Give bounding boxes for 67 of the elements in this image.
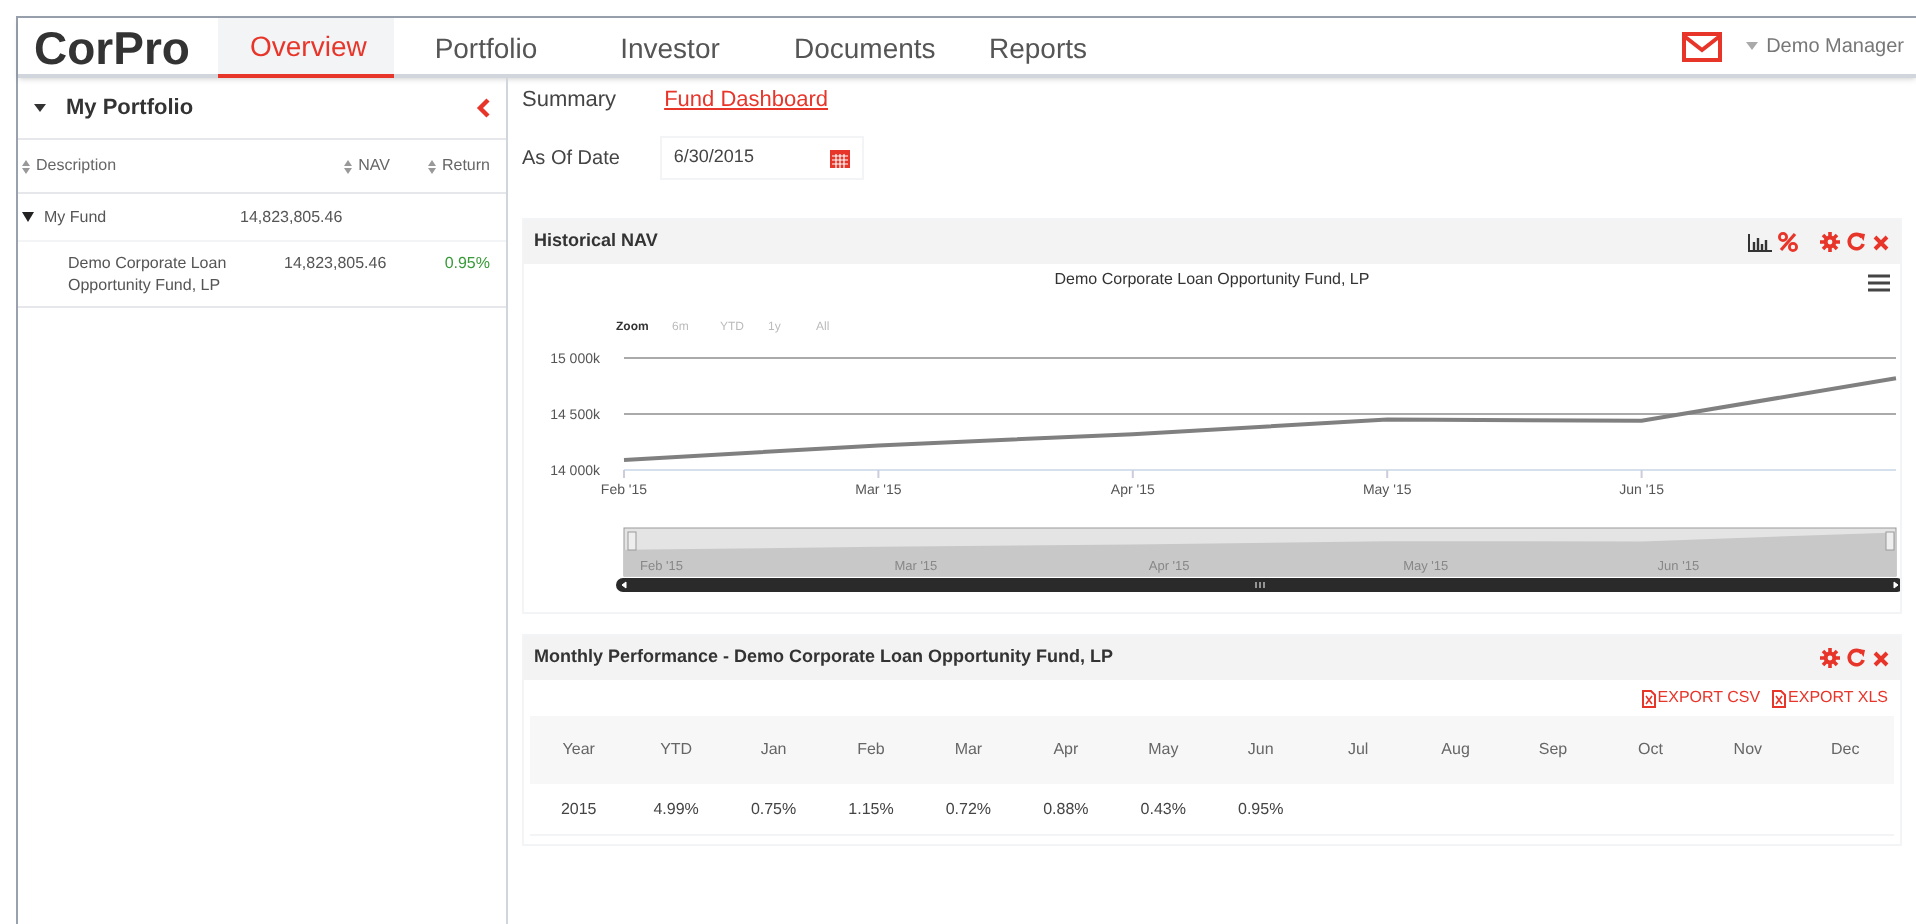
column-header: Mar xyxy=(952,738,985,762)
settings-icon[interactable] xyxy=(1820,648,1840,668)
sort-icon[interactable] xyxy=(22,159,30,173)
column-header: Feb xyxy=(855,738,887,762)
field-label: As Of Date xyxy=(522,145,620,173)
column-header[interactable]: Description xyxy=(36,154,117,178)
chart-title: Demo Corporate Loan Opportunity Fund, LP xyxy=(1054,268,1370,292)
expand-icon[interactable] xyxy=(22,212,34,222)
column-header[interactable]: Return xyxy=(441,154,490,178)
settings-icon[interactable] xyxy=(1820,232,1840,252)
table-cell-text: 0.75% xyxy=(748,797,799,821)
sort-icon[interactable] xyxy=(427,159,436,173)
column-header: Jul xyxy=(1345,738,1371,762)
table-cell-text: 2015 xyxy=(558,797,599,821)
column-header: Dec xyxy=(1829,738,1862,762)
table-cell-text: 0.72% xyxy=(943,797,994,821)
nav-tab[interactable]: Reports xyxy=(946,18,1130,78)
fund-name[interactable]: My Fund xyxy=(44,205,107,229)
export-button[interactable]: EXPORT CSV xyxy=(1641,686,1761,710)
nav-cell-text: 14,823,805.46 xyxy=(240,205,345,229)
close-icon[interactable] xyxy=(1872,649,1890,667)
column-header: Jun xyxy=(1245,738,1276,762)
nav-tab[interactable]: Overview xyxy=(218,18,394,78)
percent-icon[interactable] xyxy=(1778,232,1798,252)
panel-title: My Portfolio xyxy=(66,93,196,124)
bar-chart-icon[interactable] xyxy=(1748,233,1772,251)
calendar-icon[interactable] xyxy=(829,149,850,167)
fund-name[interactable]: Demo Corporate Loan Opportunity Fund, LP xyxy=(68,252,284,296)
user-menu[interactable]: Demo Manager xyxy=(1766,31,1904,61)
caret-icon[interactable] xyxy=(34,104,46,112)
return-cell-text: 0.95% xyxy=(442,252,490,276)
subnav-link[interactable]: Fund Dashboard xyxy=(664,83,829,117)
table-cell-text: 0.88% xyxy=(1041,797,1091,821)
column-header: May xyxy=(1146,738,1181,762)
column-header: YTD xyxy=(658,738,695,762)
file-icon xyxy=(1772,689,1787,707)
logo: CorPro xyxy=(32,20,192,74)
column-header: Nov xyxy=(1731,738,1765,762)
nav-cell-text: 14,823,805.46 xyxy=(284,252,389,276)
column-header: Aug xyxy=(1439,738,1472,762)
nav-tab[interactable]: Documents xyxy=(762,18,946,78)
mail-icon[interactable] xyxy=(1682,31,1723,61)
column-header: Apr xyxy=(1051,738,1081,762)
date-field[interactable]: 6/30/2015 xyxy=(659,136,864,180)
column-header: Year xyxy=(560,738,597,762)
nav-tab[interactable]: Portfolio xyxy=(394,18,578,78)
column-header: Oct xyxy=(1635,738,1665,762)
column-header[interactable]: NAV xyxy=(358,154,390,178)
refresh-icon[interactable] xyxy=(1846,232,1866,252)
subnav-link[interactable]: Summary xyxy=(522,83,617,117)
refresh-icon[interactable] xyxy=(1846,648,1866,668)
sort-icon[interactable] xyxy=(344,159,353,173)
column-header: Sep xyxy=(1536,738,1570,762)
close-icon[interactable] xyxy=(1872,233,1890,251)
nav-tab[interactable]: Investor xyxy=(578,18,762,78)
menu-icon[interactable] xyxy=(1868,274,1890,292)
collapse-icon[interactable] xyxy=(476,98,490,118)
column-header: Jan xyxy=(758,738,789,762)
file-icon xyxy=(1641,689,1656,707)
panel-title: Monthly Performance - Demo Corporate Loan Opportunity Fund, LP xyxy=(534,644,1116,671)
panel-title: Historical NAV xyxy=(534,228,660,255)
table-cell-text: 0.95% xyxy=(1236,797,1286,821)
table-cell-text: 1.15% xyxy=(846,797,896,821)
export-button[interactable]: EXPORT XLS xyxy=(1772,686,1888,710)
table-cell-text: 0.43% xyxy=(1138,797,1188,821)
scrollbar[interactable] xyxy=(616,578,1900,592)
table-cell-text: 4.99% xyxy=(651,797,701,821)
